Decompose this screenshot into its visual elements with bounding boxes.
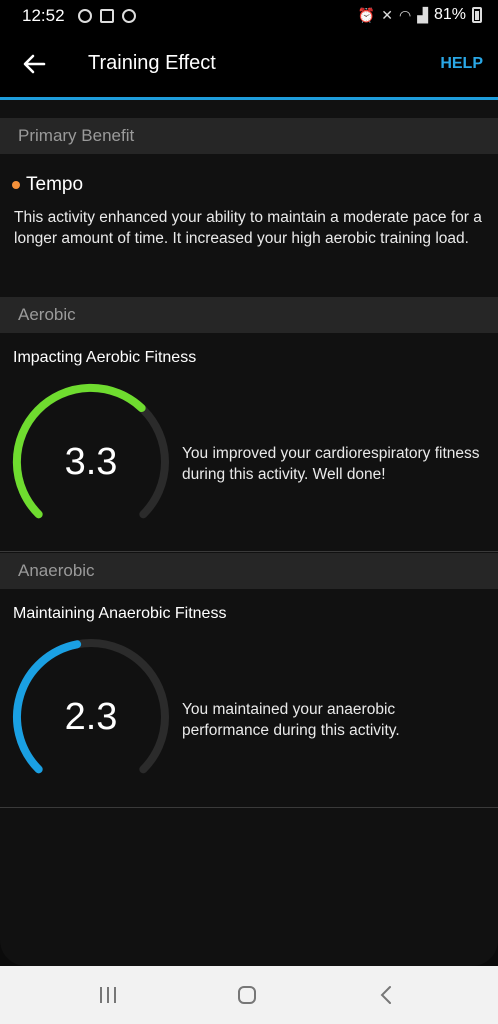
gallery-icon	[100, 9, 114, 23]
aerobic-gauge: 3.3	[10, 381, 172, 543]
section-header-label: Aerobic	[18, 305, 76, 324]
wifi-icon: ◠	[398, 6, 412, 23]
notification-icons	[78, 9, 136, 23]
primary-benefit: Tempo	[12, 174, 83, 196]
app-bar-accent-line	[0, 97, 498, 100]
messenger-icon	[122, 9, 136, 23]
divider	[0, 807, 498, 808]
navigation-bar	[0, 966, 498, 1024]
signal-icon: ▟	[417, 6, 428, 23]
section-header-label: Anaerobic	[18, 561, 95, 580]
back-arrow-icon[interactable]	[20, 50, 48, 78]
primary-benefit-label: Tempo	[26, 174, 84, 195]
section-header-aerobic: Aerobic	[0, 297, 498, 333]
back-icon[interactable]	[378, 984, 394, 1006]
recent-apps-icon[interactable]	[98, 986, 118, 1004]
screen: 12:52 ⏰ ✕ ◠ ▟ 81% Training Effect HELP P…	[0, 0, 498, 966]
anaerobic-title: Maintaining Anaerobic Fitness	[13, 605, 227, 622]
do-not-disturb-icon	[78, 9, 92, 23]
battery-percent: 81%	[433, 6, 466, 23]
divider	[0, 551, 498, 552]
anaerobic-value: 2.3	[64, 695, 118, 738]
aerobic-description: You improved your cardiorespiratory fitn…	[182, 445, 480, 483]
alarm-icon: ⏰	[357, 6, 376, 23]
tempo-dot-icon	[12, 181, 20, 189]
section-header-label: Primary Benefit	[18, 126, 135, 145]
status-bar: 12:52 ⏰ ✕ ◠ ▟ 81%	[0, 0, 498, 32]
help-button[interactable]: HELP	[440, 55, 483, 73]
battery-icon	[472, 7, 482, 23]
aerobic-value: 3.3	[64, 440, 118, 483]
section-header-anaerobic: Anaerobic	[0, 553, 498, 589]
primary-benefit-description: This activity enhanced your ability to m…	[14, 209, 482, 247]
status-time: 12:52	[22, 6, 65, 25]
app-bar: Training Effect HELP	[0, 32, 498, 98]
system-icons: ⏰ ✕ ◠ ▟ 81%	[358, 6, 482, 24]
page-title: Training Effect	[88, 52, 216, 74]
anaerobic-description: You maintained your anaerobic performanc…	[182, 701, 400, 739]
aerobic-title: Impacting Aerobic Fitness	[13, 349, 197, 366]
mute-icon: ✕	[381, 6, 393, 23]
anaerobic-gauge: 2.3	[10, 636, 172, 798]
section-header-primary-benefit: Primary Benefit	[0, 118, 498, 154]
home-icon[interactable]	[237, 985, 257, 1005]
